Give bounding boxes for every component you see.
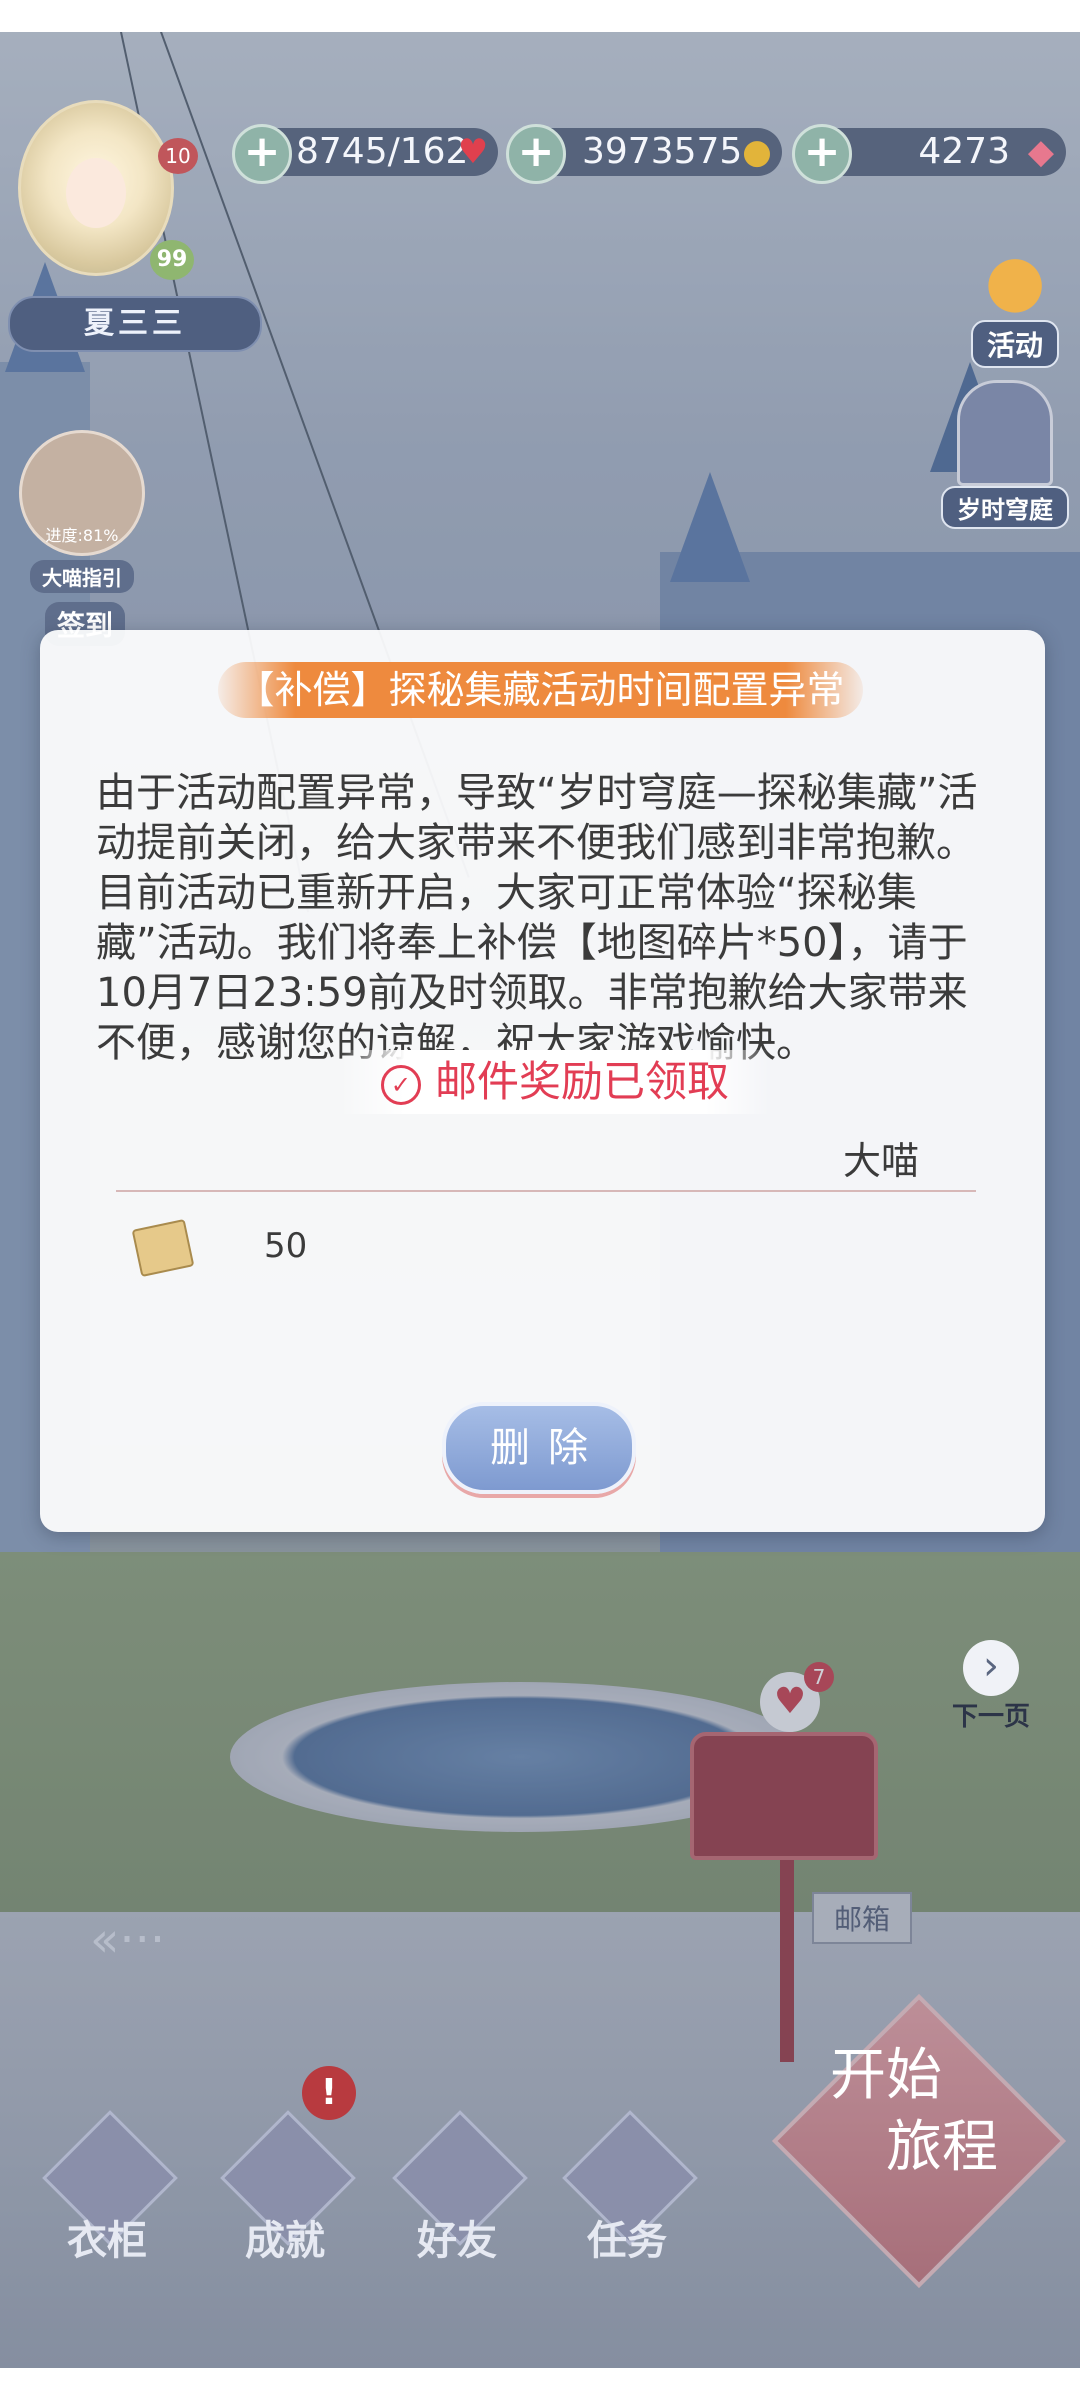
stamina-counter: + 8745/162 ♥ xyxy=(232,124,498,184)
reward-claimed-status: ✓ 邮件奖励已领取 xyxy=(340,1050,770,1114)
add-stamina-button[interactable]: + xyxy=(232,124,292,184)
guide-progress: 进度:81% xyxy=(45,526,119,545)
avatar-face xyxy=(66,158,126,228)
map-fragment-icon xyxy=(131,1218,195,1278)
mail-title: 【补偿】探秘集藏活动时间配置异常 xyxy=(218,662,863,718)
level-badge: 10 xyxy=(158,138,198,174)
mail-sender: 大喵 xyxy=(842,1139,919,1183)
clocktower-icon xyxy=(957,380,1053,486)
alert-icon: ! xyxy=(302,2066,356,2120)
heart-icon: ♥ xyxy=(457,132,489,172)
activity-label: 活动 xyxy=(970,320,1059,368)
avatar[interactable] xyxy=(18,100,174,276)
activity-button[interactable]: ● 活动 xyxy=(960,240,1070,368)
nav-tasks[interactable]: 任务 xyxy=(552,2110,702,2270)
nav-friends[interactable]: 好友 xyxy=(382,2110,532,2270)
gold-counter: + 3973575 ● xyxy=(506,124,782,184)
diamond-value: 4273 xyxy=(918,131,1010,172)
nav-wardrobe-label: 衣柜 xyxy=(67,2217,147,2264)
coin-icon: ● xyxy=(742,132,772,172)
start-line-2: 旅程 xyxy=(886,2115,998,2180)
nav-achievements[interactable]: ! 成就 xyxy=(210,2066,360,2270)
gem-icon: ◆ xyxy=(1027,132,1055,172)
diamond-counter: + 4273 ◆ xyxy=(792,124,1066,184)
nav-tasks-label: 任务 xyxy=(587,2217,667,2264)
next-page-label: 下一页 xyxy=(952,1702,1031,1732)
stamina-value: 8745/162 xyxy=(296,131,469,172)
player-profile[interactable] xyxy=(0,100,174,300)
start-line-1: 开始 xyxy=(830,2043,942,2108)
nav-friends-label: 好友 xyxy=(417,2217,497,2264)
nav-wardrobe[interactable]: 衣柜 xyxy=(32,2110,182,2270)
vip-badge: 99 xyxy=(150,240,194,280)
balloons-icon: ● xyxy=(984,239,1046,321)
reward-quantity: 50 xyxy=(264,1226,308,1266)
guide-label: 大喵指引 xyxy=(30,560,134,593)
mail-dialog: 【补偿】探秘集藏活动时间配置异常 由于活动配置异常，导致“岁时穹庭—探秘集藏”活… xyxy=(40,630,1045,1532)
mail-body: 由于活动配置异常，导致“岁时穹庭—探秘集藏”活动提前关闭，给大家带来不便我们感到… xyxy=(96,770,978,1066)
delete-button[interactable]: 删除 xyxy=(442,1402,636,1494)
add-diamond-button[interactable]: + xyxy=(792,124,852,184)
player-name: 夏三三 xyxy=(8,296,262,352)
checkmark-icon: ✓ xyxy=(380,1064,421,1105)
next-page-button[interactable]: › 下一页 xyxy=(952,1640,1030,1733)
courtyard-label: 岁时穹庭 xyxy=(941,486,1069,529)
reward-claimed-text: 邮件奖励已领取 xyxy=(434,1057,729,1106)
nav-achievements-label: 成就 xyxy=(245,2217,325,2264)
add-gold-button[interactable]: + xyxy=(506,124,566,184)
gold-value: 3973575 xyxy=(582,131,743,172)
start-journey-label[interactable]: 开始 旅程 xyxy=(830,2040,1030,2184)
divider xyxy=(116,1190,976,1192)
guide-button[interactable]: 进度:81% 大喵指引 xyxy=(12,430,152,593)
chevron-right-icon: › xyxy=(963,1640,1019,1696)
courtyard-button[interactable]: 岁时穹庭 xyxy=(940,380,1070,529)
